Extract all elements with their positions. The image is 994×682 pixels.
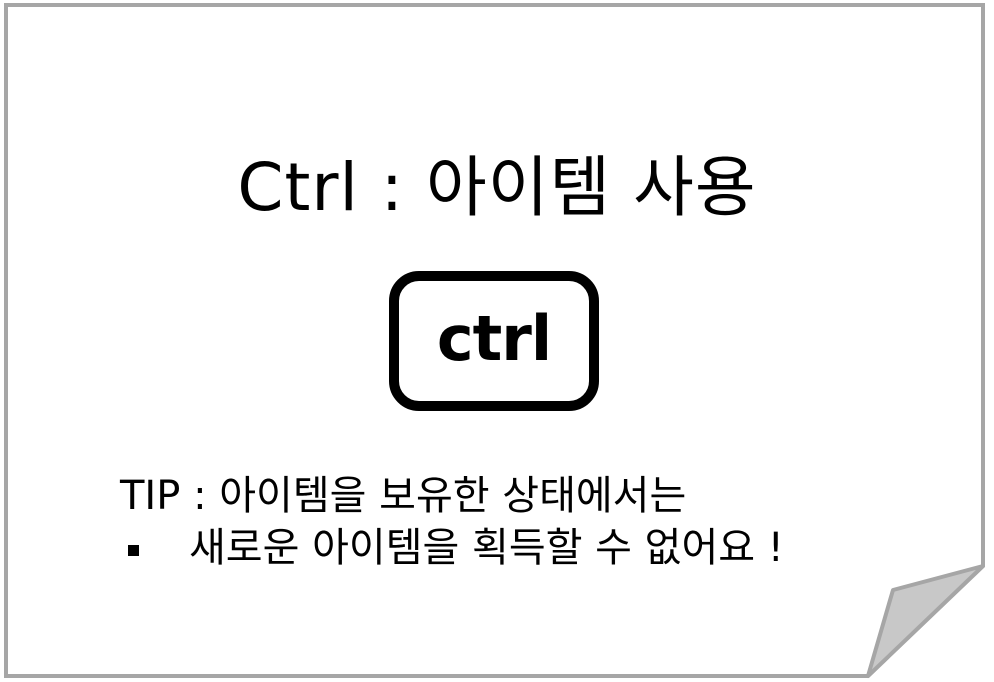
tip-line-1: TIP : 아이템을 보유한 상태에서는	[120, 473, 687, 519]
bullet-icon	[128, 544, 139, 556]
page-title: Ctrl : 아이템 사용	[237, 149, 757, 226]
ctrl-key-icon: ctrl	[389, 271, 599, 411]
ctrl-key-label: ctrl	[436, 302, 552, 375]
tip-text: TIP : 아이템을 보유한 상태에서는 새로운 아이템을 획득할 수 없어요 …	[120, 470, 784, 574]
tip-line-2: 새로운 아이템을 획득할 수 없어요 !	[189, 525, 784, 571]
tip-line-2-row: 새로운 아이템을 획득할 수 없어요 !	[120, 522, 784, 574]
